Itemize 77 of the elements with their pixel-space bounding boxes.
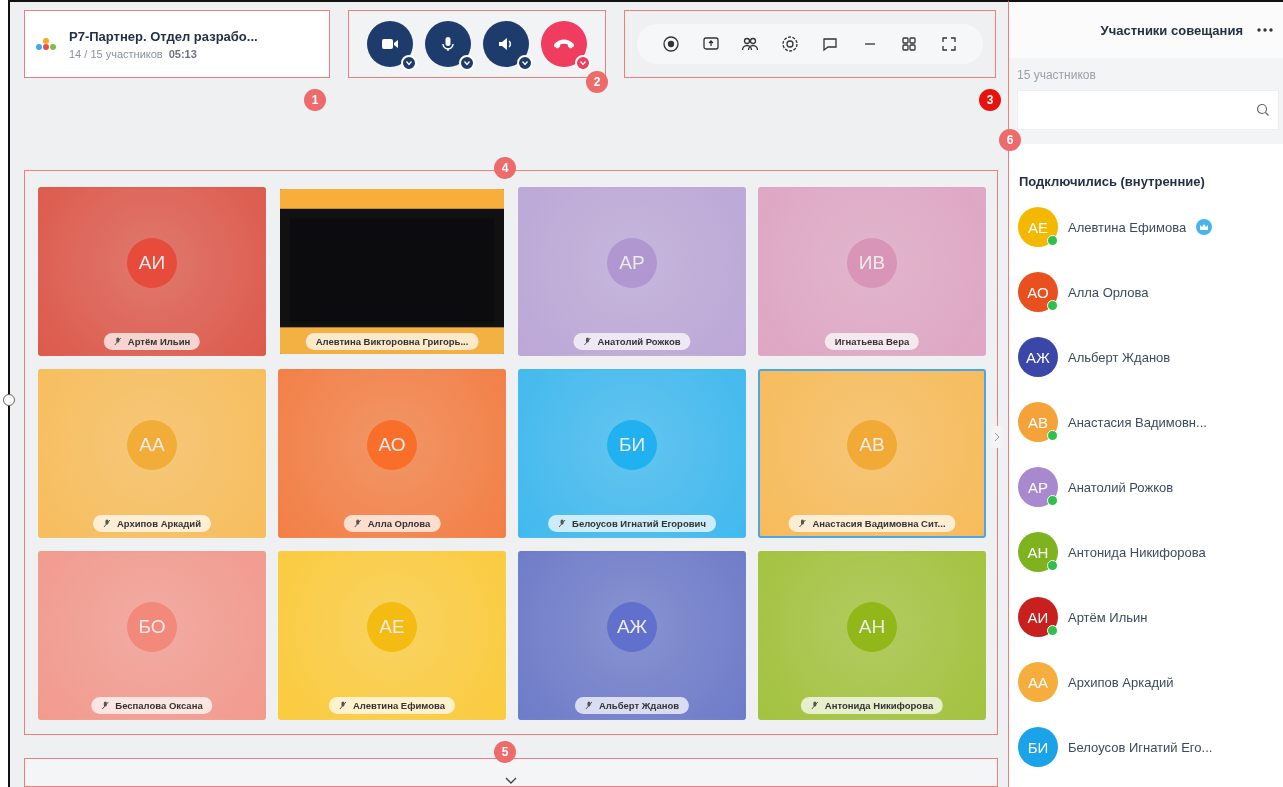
participant-count: 15 участников (1017, 68, 1097, 82)
avatar: АН (847, 601, 897, 652)
avatar: БИ (1018, 727, 1058, 767)
avatar: АО (1018, 272, 1058, 312)
name-tag: Анастасия Вадимовна Сит... (788, 515, 956, 532)
video-tile[interactable]: АЖ Альберт Жданов (518, 551, 746, 720)
name-tag: Антонида Никифорова (800, 697, 944, 714)
participant-name[interactable]: Антонида Никифорова (1068, 544, 1206, 560)
people-icon[interactable] (741, 35, 760, 53)
video-tile[interactable]: Алевтина Викторовна Григорь... (278, 187, 506, 356)
name-tag: Алевтина Викторовна Григорь... (305, 333, 479, 350)
participant-name[interactable]: Алла Орлова (1068, 284, 1149, 300)
video-tile[interactable]: БО Беспалова Оксана (38, 551, 266, 720)
video-tile[interactable]: АО Алла Орлова (278, 369, 506, 538)
phone-icon (554, 39, 574, 49)
avatar: АА (127, 419, 177, 470)
avatar: АЕ (367, 601, 417, 652)
video-tile[interactable]: АВ Анастасия Вадимовна Сит... (758, 369, 986, 538)
video-tile[interactable]: АА Архипов Аркадий (38, 369, 266, 538)
name-tag: Анатолий Рожков (573, 333, 691, 350)
video-tile[interactable]: АЕ Алевтина Ефимова (278, 551, 506, 720)
avatar: АН (1018, 532, 1058, 572)
name-tag: Архипов Аркадий (92, 515, 212, 532)
search-icon[interactable] (1256, 103, 1270, 117)
chat-icon[interactable] (820, 35, 839, 53)
participant-name[interactable]: Анастасия Вадимовн... (1068, 414, 1207, 430)
avatar: АВ (1018, 402, 1058, 442)
avatar: АЖ (1018, 337, 1058, 377)
name-tag: Алла Орлова (343, 515, 441, 532)
video-tile[interactable]: ИВ Игнатьева Вера (758, 187, 986, 356)
logo-icon (35, 36, 57, 52)
caret-icon[interactable] (401, 55, 417, 71)
avatar: АА (1018, 662, 1058, 702)
call-timer: 05:13 (168, 47, 197, 60)
name-tag: Артём Ильин (103, 333, 201, 350)
video-tile[interactable]: АР Анатолий Рожков (518, 187, 746, 356)
name-tag: Алевтина Ефимова (328, 697, 456, 714)
avatar: АР (1018, 467, 1058, 507)
avatar: АИ (127, 237, 177, 288)
fullscreen-icon[interactable] (940, 35, 959, 53)
video-tile[interactable]: АИ Артём Ильин (38, 187, 266, 356)
participant-name[interactable]: Анатолий Рожков (1068, 479, 1174, 495)
avatar: АИ (1018, 597, 1058, 637)
panel-title: Участники совещания (1100, 22, 1243, 38)
participant-name[interactable]: Альберт Жданов (1068, 349, 1171, 365)
participant-name[interactable]: Белоусов Игнатий Его... (1068, 739, 1213, 755)
video-tile[interactable]: АН Антонида Никифорова (758, 551, 986, 720)
participant-name[interactable]: Артём Ильин (1068, 609, 1148, 625)
avatar: БИ (607, 419, 657, 470)
name-tag: Беспалова Оксана (91, 697, 213, 714)
participant-name[interactable]: Архипов Аркадий (1068, 674, 1174, 690)
grid-icon[interactable] (900, 35, 919, 53)
avatar: АЖ (607, 601, 657, 652)
screen-icon[interactable] (701, 35, 720, 53)
participant-count: 14 / 15 участников (69, 47, 163, 60)
name-tag: Альберт Жданов (574, 697, 690, 714)
video-tile[interactable]: БИ Белоусов Игнатий Егорович (518, 369, 746, 538)
avatar: АР (607, 237, 657, 288)
name-tag: Белоусов Игнатий Егорович (548, 515, 716, 532)
chevron-icon[interactable] (505, 777, 517, 785)
name-tag: Игнатьева Вера (824, 333, 920, 350)
group-heading: Подключились (внутренние) (1018, 173, 1206, 189)
meeting-title: Р7-Партнер. Отдел разрабо... (69, 28, 258, 44)
avatar: БО (127, 601, 177, 652)
record-icon[interactable] (661, 35, 680, 53)
caret-icon[interactable] (517, 55, 533, 71)
avatar: АВ (847, 419, 897, 470)
collapse-handle[interactable] (991, 426, 1003, 448)
avatar: АО (367, 419, 417, 470)
resize-handle[interactable] (3, 394, 15, 406)
avatar: ИВ (847, 237, 897, 288)
more-icon[interactable] (1257, 28, 1273, 32)
settings-icon[interactable] (781, 35, 800, 53)
search-field[interactable] (1017, 90, 1279, 130)
caret-icon[interactable] (459, 55, 475, 71)
participant-name[interactable]: Алевтина Ефимова (1068, 219, 1187, 235)
avatar: АЕ (1018, 207, 1058, 247)
